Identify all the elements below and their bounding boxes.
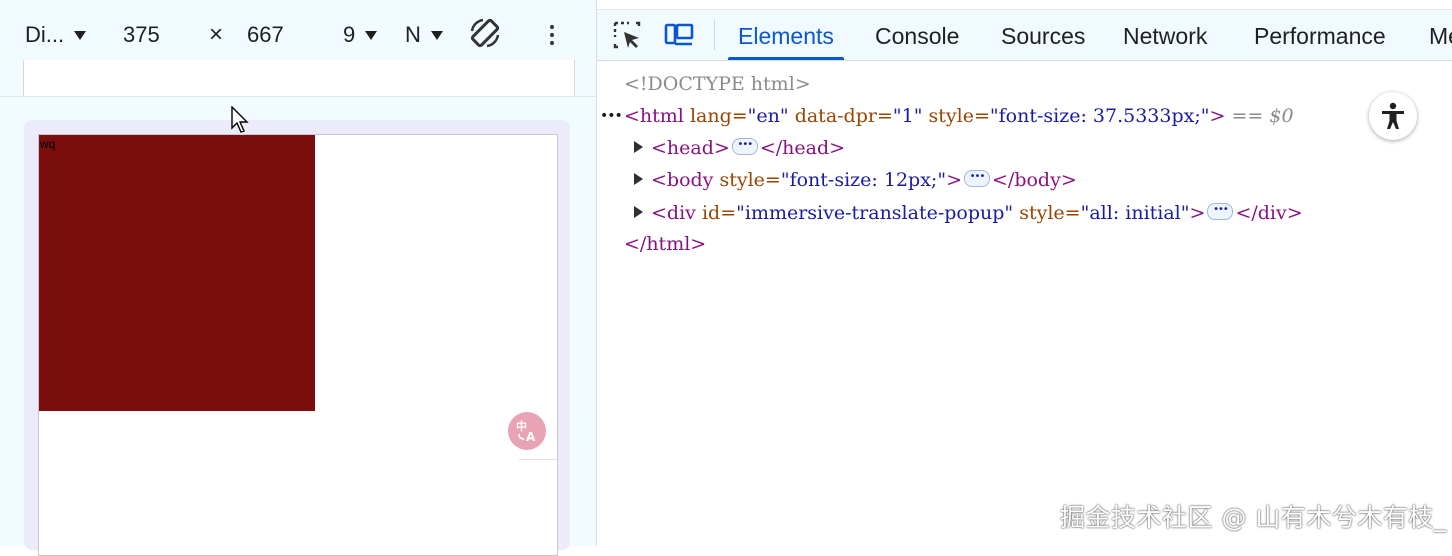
rotate-button[interactable] [468,18,502,48]
chevron-down-icon [74,30,87,40]
html-tag: <html [624,105,684,127]
devtools-tabbar: Elements Console Sources Network Perform… [597,10,1452,61]
translate-button[interactable]: 中 A [508,412,546,450]
device-toolbar: Di... 375 × 667 9 N [0,10,596,60]
attr-name: style= [1019,202,1081,224]
tag-bracket: > [1189,202,1206,224]
tab-console[interactable]: Console [875,10,959,60]
chevron-down-icon [365,30,377,40]
head-close-tag: </head> [759,137,846,159]
attr-value: "font-size: 12px;" [780,169,947,191]
device-select[interactable]: Di... [25,20,87,50]
dom-node-body[interactable]: <body style="font-size: 12px;"> </body> [634,163,1077,194]
tag-bracket: > [1209,105,1226,127]
dom-node-html[interactable]: ••• <html lang="en" data-dpr="1" style="… [597,102,1452,130]
ellipsis-icon[interactable] [731,131,758,159]
watermark: 掘金技术社区 @ 山有木兮木有枝_ [1060,503,1447,532]
ellipsis-icon[interactable] [1207,196,1234,224]
attr-name: lang= [689,105,748,127]
svg-text:A: A [526,430,536,444]
chevron-down-icon [430,30,443,40]
attr-value: "all: initial" [1080,202,1190,224]
width-value: 375 [123,22,160,47]
selected-node-marker: == $0 [1231,105,1294,127]
devtools-panel: Elements Console Sources Network Perform… [597,10,1452,546]
throttle-select[interactable]: N [405,20,443,50]
div-close-tag: </div> [1235,202,1303,224]
doctype-text: <!DOCTYPE html> [624,73,811,95]
ellipsis-icon[interactable] [964,163,990,191]
html-close-tag: </html> [624,233,707,255]
device-toggle-icon[interactable] [664,20,694,50]
toolbar-separator [714,20,715,50]
expand-triangle-icon[interactable] [634,141,643,153]
times-separator: × [209,20,223,50]
attr-name: id= [701,202,737,224]
accessibility-button[interactable] [1369,92,1417,140]
rotate-icon [470,18,500,48]
more-options-icon[interactable] [550,22,554,48]
red-box: wq [39,135,315,411]
dom-node-head[interactable]: <head> </head> [634,131,846,162]
attr-name: style= [928,105,990,127]
height-value: 667 [247,22,284,47]
inspect-element-icon[interactable] [612,20,642,50]
tag-bracket: > [946,169,962,191]
body-tag: <body [651,169,714,191]
red-box-text: wq [40,137,56,151]
attr-name: style= [719,169,781,191]
zoom-select[interactable]: 9 [343,20,377,50]
times-icon: × [209,21,224,48]
accessibility-icon [1382,102,1404,129]
mouse-cursor-icon [231,106,249,133]
height-input[interactable]: 667 [247,20,284,50]
divider [519,459,557,460]
tab-performance[interactable]: Performance [1254,10,1386,60]
tab-memory[interactable]: Me [1429,10,1452,60]
dom-node-doctype[interactable]: <!DOCTYPE html> [624,70,811,98]
media-query-ruler [23,60,575,96]
width-input[interactable]: 375 [123,20,160,50]
head-tag: <head> [651,137,730,159]
device-viewport: wq 中 A [38,134,558,556]
zoom-label: 9 [343,22,356,47]
attr-value: "en" [747,105,789,127]
attr-name: data-dpr= [794,105,893,127]
attr-value: "font-size: 37.5333px;" [989,105,1210,127]
device-emulation-pane: Di... 375 × 667 9 N wq 中 A [0,0,596,556]
div-tag: <div [651,202,696,224]
attr-value: "1" [892,105,923,127]
translate-icon: 中 A [516,419,536,444]
more-actions-icon[interactable]: ••• [600,102,623,130]
media-query-bar [0,60,596,97]
attr-value: "immersive-translate-popup" [736,202,1014,224]
expand-triangle-icon[interactable] [634,173,643,185]
expand-triangle-icon[interactable] [634,206,643,218]
dom-node-html-close[interactable]: </html> [624,230,706,258]
throttle-label: N [405,22,421,47]
device-select-label: Di... [25,22,65,47]
tab-network[interactable]: Network [1123,10,1207,60]
tab-elements[interactable]: Elements [728,10,844,60]
dom-node-div[interactable]: <div id="immersive-translate-popup" styl… [634,196,1303,227]
body-close-tag: </body> [992,169,1077,191]
tab-sources[interactable]: Sources [1001,10,1085,60]
